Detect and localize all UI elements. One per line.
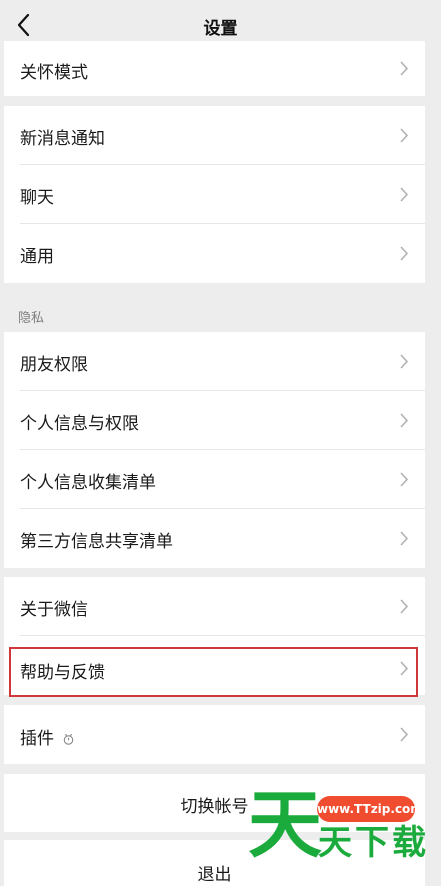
chevron-right-icon <box>400 661 409 676</box>
chevron-right-icon <box>400 187 409 202</box>
section-label-privacy: 隐私 <box>18 311 45 326</box>
watermark-text: 天下载 <box>318 823 429 863</box>
settings-item-label: 关于微信 <box>20 600 88 620</box>
settings-item-help-feedback[interactable]: 帮助与反馈 <box>4 636 425 695</box>
plugins-group: 插件 <box>4 705 425 764</box>
settings-item-personal-info-permissions[interactable]: 个人信息与权限 <box>4 391 425 450</box>
chevron-right-icon <box>400 727 409 742</box>
settings-item-about-wechat[interactable]: 关于微信 <box>4 577 425 636</box>
settings-item-general[interactable]: 通用 <box>4 224 425 283</box>
settings-item-chat[interactable]: 聊天 <box>4 165 425 224</box>
chevron-right-icon <box>400 61 409 76</box>
page-title: 设置 <box>203 19 238 39</box>
watermark-url-badge: www.TTzip.com <box>317 796 423 822</box>
chevron-right-icon <box>400 413 409 428</box>
settings-item-third-party-sharing[interactable]: 第三方信息共享清单 <box>4 509 425 568</box>
logout-label: 退出 <box>197 865 232 885</box>
general-settings-group: 新消息通知 聊天 通用 <box>4 106 425 283</box>
privacy-group: 朋友权限 个人信息与权限 个人信息收集清单 第三方信息共享清单 <box>4 332 425 568</box>
settings-item-label: 个人信息收集清单 <box>20 473 156 493</box>
about-help-group: 关于微信 帮助与反馈 <box>4 577 425 695</box>
care-mode-group: 关怀模式 <box>4 41 425 96</box>
chevron-right-icon <box>400 531 409 546</box>
settings-item-label: 朋友权限 <box>20 355 88 375</box>
plugin-icon <box>63 733 74 745</box>
settings-item-label: 帮助与反馈 <box>20 663 105 683</box>
watermark-logo-char: 天 <box>248 782 322 868</box>
settings-item-label: 聊天 <box>20 188 54 208</box>
settings-item-label: 关怀模式 <box>20 63 88 83</box>
settings-item-label: 第三方信息共享清单 <box>20 532 173 552</box>
settings-item-personal-info-collected[interactable]: 个人信息收集清单 <box>4 450 425 509</box>
chevron-right-icon <box>400 246 409 261</box>
settings-item-label: 插件 <box>20 724 75 749</box>
chevron-right-icon <box>400 354 409 369</box>
chevron-right-icon <box>400 599 409 614</box>
settings-item-notifications[interactable]: 新消息通知 <box>4 106 425 165</box>
plugins-label: 插件 <box>20 729 54 749</box>
settings-item-label: 个人信息与权限 <box>20 414 139 434</box>
settings-item-plugins[interactable]: 插件 <box>4 705 425 764</box>
settings-item-care-mode[interactable]: 关怀模式 <box>4 41 425 96</box>
chevron-right-icon <box>400 128 409 143</box>
settings-item-label: 通用 <box>20 247 54 267</box>
settings-item-label: 新消息通知 <box>20 129 105 149</box>
chevron-right-icon <box>400 472 409 487</box>
settings-item-friend-permissions[interactable]: 朋友权限 <box>4 332 425 391</box>
